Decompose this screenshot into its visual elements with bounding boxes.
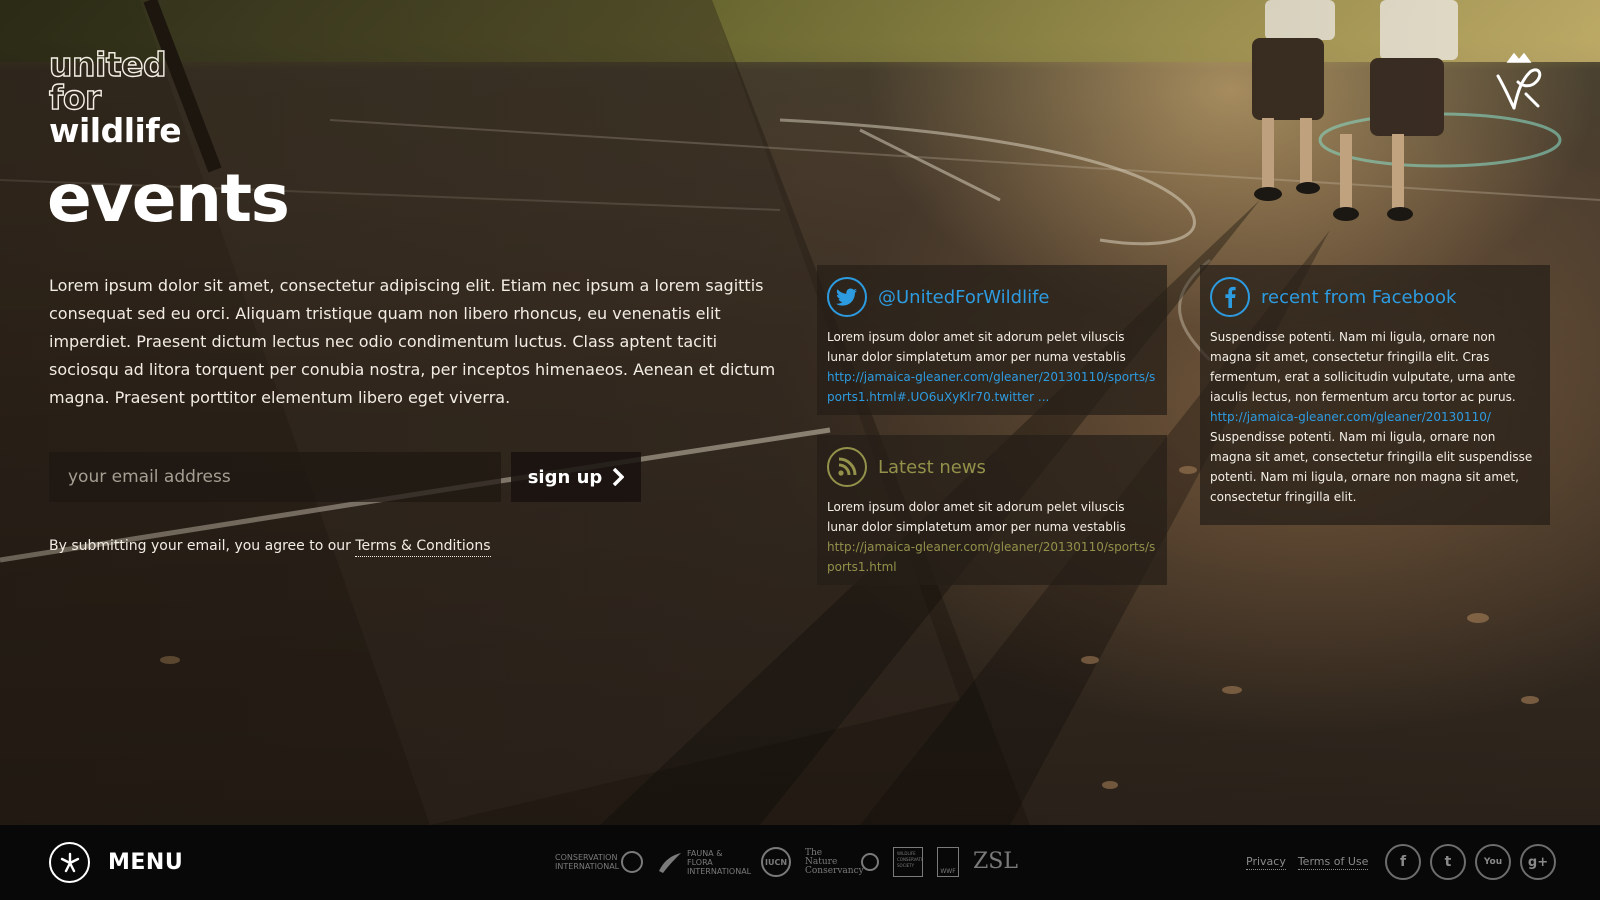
iucn-logo-icon: IUCN [761,847,791,877]
partner-logos: CONSERVATION INTERNATIONAL FAUNA & FLORA… [555,844,1018,880]
partner-wwf[interactable]: WWF [937,847,959,877]
partner-nature-conservancy[interactable]: The Nature Conservancy [805,847,879,876]
menu-label: MENU [108,850,184,875]
menu-swallow-icon [49,842,90,883]
footer-bar: MENU CONSERVATION INTERNATIONAL FAUNA & … [0,825,1600,900]
twitter-card-header: @UnitedForWildlife [827,277,1157,317]
partner-iucn[interactable]: IUCN [761,847,791,877]
signup-button-label: sign up [527,466,603,488]
twitter-card-body: Lorem ipsum dolor amet sit adorum pelet … [827,330,1126,364]
twitter-social-icon: t [1444,854,1452,870]
youtube-social-icon: You [1483,857,1503,867]
facebook-card-link[interactable]: http://jamaica-gleaner.com/gleaner/20130… [1210,407,1540,427]
partner-wwf-label: WWF [937,847,959,877]
terms-conditions-link[interactable]: Terms & Conditions [355,538,491,557]
news-card-title[interactable]: Latest news [878,457,986,478]
rss-icon[interactable] [827,447,867,487]
brand-line-wildlife: wildlife [49,111,182,150]
crest-icon[interactable] [1488,50,1550,112]
partner-iucn-label: IUCN [764,857,788,867]
partner-zsl[interactable]: ZSL [973,850,1018,874]
page-title: events [47,160,290,237]
twitter-icon[interactable] [827,277,867,317]
signup-button[interactable]: sign up [511,452,641,502]
partner-ff-label: FAUNA & FLORA INTERNATIONAL [687,848,752,876]
email-input[interactable] [49,452,501,502]
facebook-card-header: recent from Facebook [1210,277,1540,317]
brand-line-for: for [48,78,102,117]
partner-conservation-international[interactable]: CONSERVATION INTERNATIONAL [555,851,643,873]
twitter-card: @UnitedForWildlife Lorem ipsum dolor ame… [817,265,1167,415]
partner-ci-label: CONSERVATION INTERNATIONAL [555,853,620,871]
menu-button[interactable]: MENU [49,842,183,883]
brand-line-united: united [48,45,167,84]
legal-links: Privacy Terms of Use [1246,855,1369,870]
terms-of-use-link[interactable]: Terms of Use [1297,855,1369,870]
facebook-card-title[interactable]: recent from Facebook [1261,287,1456,308]
news-card: Latest news Lorem ipsum dolor amet sit a… [817,435,1167,585]
brand-logo[interactable]: united for wildlife [48,45,182,150]
twitter-card-link[interactable]: http://jamaica-gleaner.com/gleaner/20130… [827,367,1157,407]
partner-fauna-flora[interactable]: FAUNA & FLORA INTERNATIONAL [657,848,752,876]
facebook-icon[interactable] [1210,277,1250,317]
ci-logo-icon [621,851,643,873]
privacy-link[interactable]: Privacy [1246,855,1286,870]
facebook-card: recent from Facebook Suspendisse potenti… [1200,265,1550,525]
news-card-link[interactable]: http://jamaica-gleaner.com/gleaner/20130… [827,537,1157,577]
terms-prefix: By submitting your email, you agree to o… [49,538,351,554]
social-youtube-button[interactable]: You [1475,844,1511,880]
facebook-card-body-1: Suspendisse potenti. Nam mi ligula, orna… [1210,330,1516,404]
social-links: f t You g+ [1385,844,1556,880]
news-card-header: Latest news [827,447,1157,487]
partner-zsl-label: ZSL [973,849,1018,874]
googleplus-social-icon: g+ [1527,854,1549,870]
social-facebook-button[interactable]: f [1385,844,1421,880]
terms-notice: By submitting your email, you agree to o… [49,538,491,557]
facebook-card-body-2: Suspendisse potenti. Nam mi ligula, orna… [1210,430,1533,504]
twitter-card-title[interactable]: @UnitedForWildlife [878,287,1050,308]
partner-tnc-label: The Nature Conservancy [805,847,864,876]
partner-wcs[interactable]: WILDLIFE CONSERVATION SOCIETY [893,847,923,877]
partner-wcs-label: WILDLIFE CONSERVATION SOCIETY [893,847,923,877]
news-card-body: Lorem ipsum dolor amet sit adorum pelet … [827,500,1126,534]
ff-logo-icon [659,853,681,873]
facebook-social-icon: f [1399,854,1407,870]
chevron-right-icon [613,468,625,486]
intro-text: Lorem ipsum dolor sit amet, consectetur … [49,276,776,407]
social-googleplus-button[interactable]: g+ [1520,844,1556,880]
signup-form: sign up [49,452,641,502]
social-twitter-button[interactable]: t [1430,844,1466,880]
tnc-logo-icon [861,853,879,871]
